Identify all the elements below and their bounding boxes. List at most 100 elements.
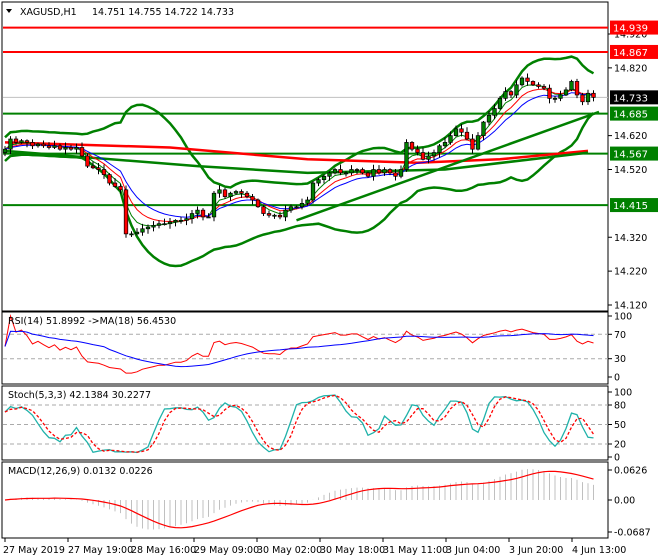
- candle-body: [464, 131, 470, 140]
- candle-body: [305, 199, 310, 204]
- stoch-tick-label: 80: [614, 401, 626, 412]
- candle-body: [316, 179, 321, 184]
- candle-body: [222, 189, 228, 197]
- candle: [519, 76, 525, 87]
- candle-body: [90, 165, 96, 169]
- candle-body: [178, 219, 184, 222]
- candle-body: [525, 77, 530, 82]
- candle-body: [217, 189, 222, 194]
- candle-body: [261, 206, 266, 214]
- candle-body: [332, 169, 338, 174]
- candle-body: [35, 143, 41, 147]
- time-tick-label: 30 May 02:00: [257, 545, 322, 556]
- candle-body: [283, 209, 288, 218]
- candle-body: [470, 138, 475, 150]
- time-tick-label: 31 May 11:00: [383, 545, 448, 556]
- main-pane[interactable]: XAGUSD,H1 14.751 14.755 14.722 14.733: [1, 1, 609, 312]
- candle-body: [123, 189, 129, 235]
- price-tag-label: 14.415: [613, 201, 648, 212]
- candle: [497, 96, 503, 110]
- macd-pane[interactable]: MACD(12,26,9) 0.0132 0.0226: [1, 461, 609, 539]
- candle-body: [13, 138, 19, 143]
- candle-body: [288, 206, 294, 211]
- candle-body: [277, 214, 283, 218]
- candle-body: [426, 155, 431, 160]
- candle-body: [382, 169, 387, 174]
- price-tick-label: 14.220: [614, 267, 647, 278]
- candle-body: [492, 108, 497, 116]
- candle-body: [349, 169, 354, 174]
- ohlc-readout: 14.751 14.755 14.722 14.733: [92, 7, 234, 18]
- candle-body: [387, 169, 393, 174]
- candle-body: [431, 152, 437, 157]
- candle-body: [228, 192, 233, 197]
- candle-body: [52, 145, 57, 148]
- candle-body: [101, 169, 107, 175]
- candle-body: [250, 196, 255, 201]
- candle-body: [310, 182, 316, 201]
- candle-body: [338, 169, 343, 174]
- time-tick-label: 4 Jun 13:00: [572, 545, 626, 556]
- candle-body: [140, 228, 145, 233]
- candle-body: [30, 142, 35, 147]
- candle-body: [420, 152, 426, 160]
- stoch-tick-label: 50: [614, 420, 626, 431]
- candle-body: [547, 87, 552, 99]
- price-tick-label: 14.320: [614, 233, 647, 244]
- candle-body: [514, 84, 519, 96]
- candle: [530, 80, 536, 86]
- candle-body: [365, 172, 371, 177]
- macd-tick-label: 0.0626: [614, 466, 647, 477]
- candle: [123, 185, 129, 238]
- candle: [255, 198, 261, 208]
- rsi-tick-label: 70: [614, 330, 626, 341]
- stoch-label: Stoch(5,3,3) 42.1384 30.2277: [8, 390, 151, 401]
- candle-body: [321, 175, 327, 181]
- candle: [574, 78, 580, 99]
- candle-body: [239, 191, 244, 194]
- candle-body: [404, 142, 409, 170]
- stoch-tick-label: 0: [614, 453, 620, 464]
- candle-body: [343, 172, 349, 175]
- rsi-pane[interactable]: RSI(14) 51.8992 ->MA(18) 56.4530: [1, 311, 609, 385]
- candle-body: [118, 186, 123, 191]
- stoch-tick-label: 100: [614, 388, 632, 399]
- candle: [569, 79, 574, 92]
- candle-body: [591, 92, 596, 98]
- time-tick-label: 27 May 2019: [3, 545, 65, 556]
- candle-body: [68, 147, 74, 150]
- candle-body: [503, 91, 508, 99]
- stoch-tick-label: 20: [614, 440, 626, 451]
- candle-body: [151, 225, 156, 228]
- trading-chart[interactable]: XAGUSD,H1 14.751 14.755 14.722 14.733 RS…: [0, 0, 660, 560]
- candle-body: [580, 94, 585, 103]
- macd-label: MACD(12,26,9) 0.0132 0.0226: [8, 466, 153, 477]
- candle-body: [536, 84, 541, 87]
- candle-body: [371, 169, 376, 177]
- candle-body: [200, 209, 206, 218]
- candle-body: [24, 140, 30, 143]
- candle-body: [415, 148, 420, 153]
- candle-body: [3, 148, 8, 153]
- candle-body: [453, 128, 459, 136]
- candle-body: [211, 192, 217, 218]
- time-tick-label: 3 Jun 20:00: [509, 545, 563, 556]
- candle-body: [145, 226, 151, 230]
- candle-body: [558, 94, 563, 99]
- candle-body: [112, 182, 118, 187]
- candle-body: [272, 214, 277, 217]
- macd-tick-label: 0.00: [614, 496, 635, 507]
- candle: [404, 139, 409, 172]
- candle-body: [266, 213, 272, 216]
- candle-body: [206, 216, 211, 219]
- candle-body: [552, 98, 558, 100]
- rsi-tick-label: 0: [614, 373, 620, 384]
- candle-body: [360, 169, 365, 174]
- candle-body: [448, 135, 453, 143]
- candle-body: [475, 135, 481, 150]
- stoch-pane[interactable]: Stoch(5,3,3) 42.1384 30.2277: [1, 385, 609, 461]
- macd-tick-label: -0.0687: [614, 528, 651, 539]
- price-tick-label: 14.120: [614, 301, 647, 312]
- candle-body: [195, 209, 200, 214]
- time-tick-label: 27 May 19:00: [68, 545, 133, 556]
